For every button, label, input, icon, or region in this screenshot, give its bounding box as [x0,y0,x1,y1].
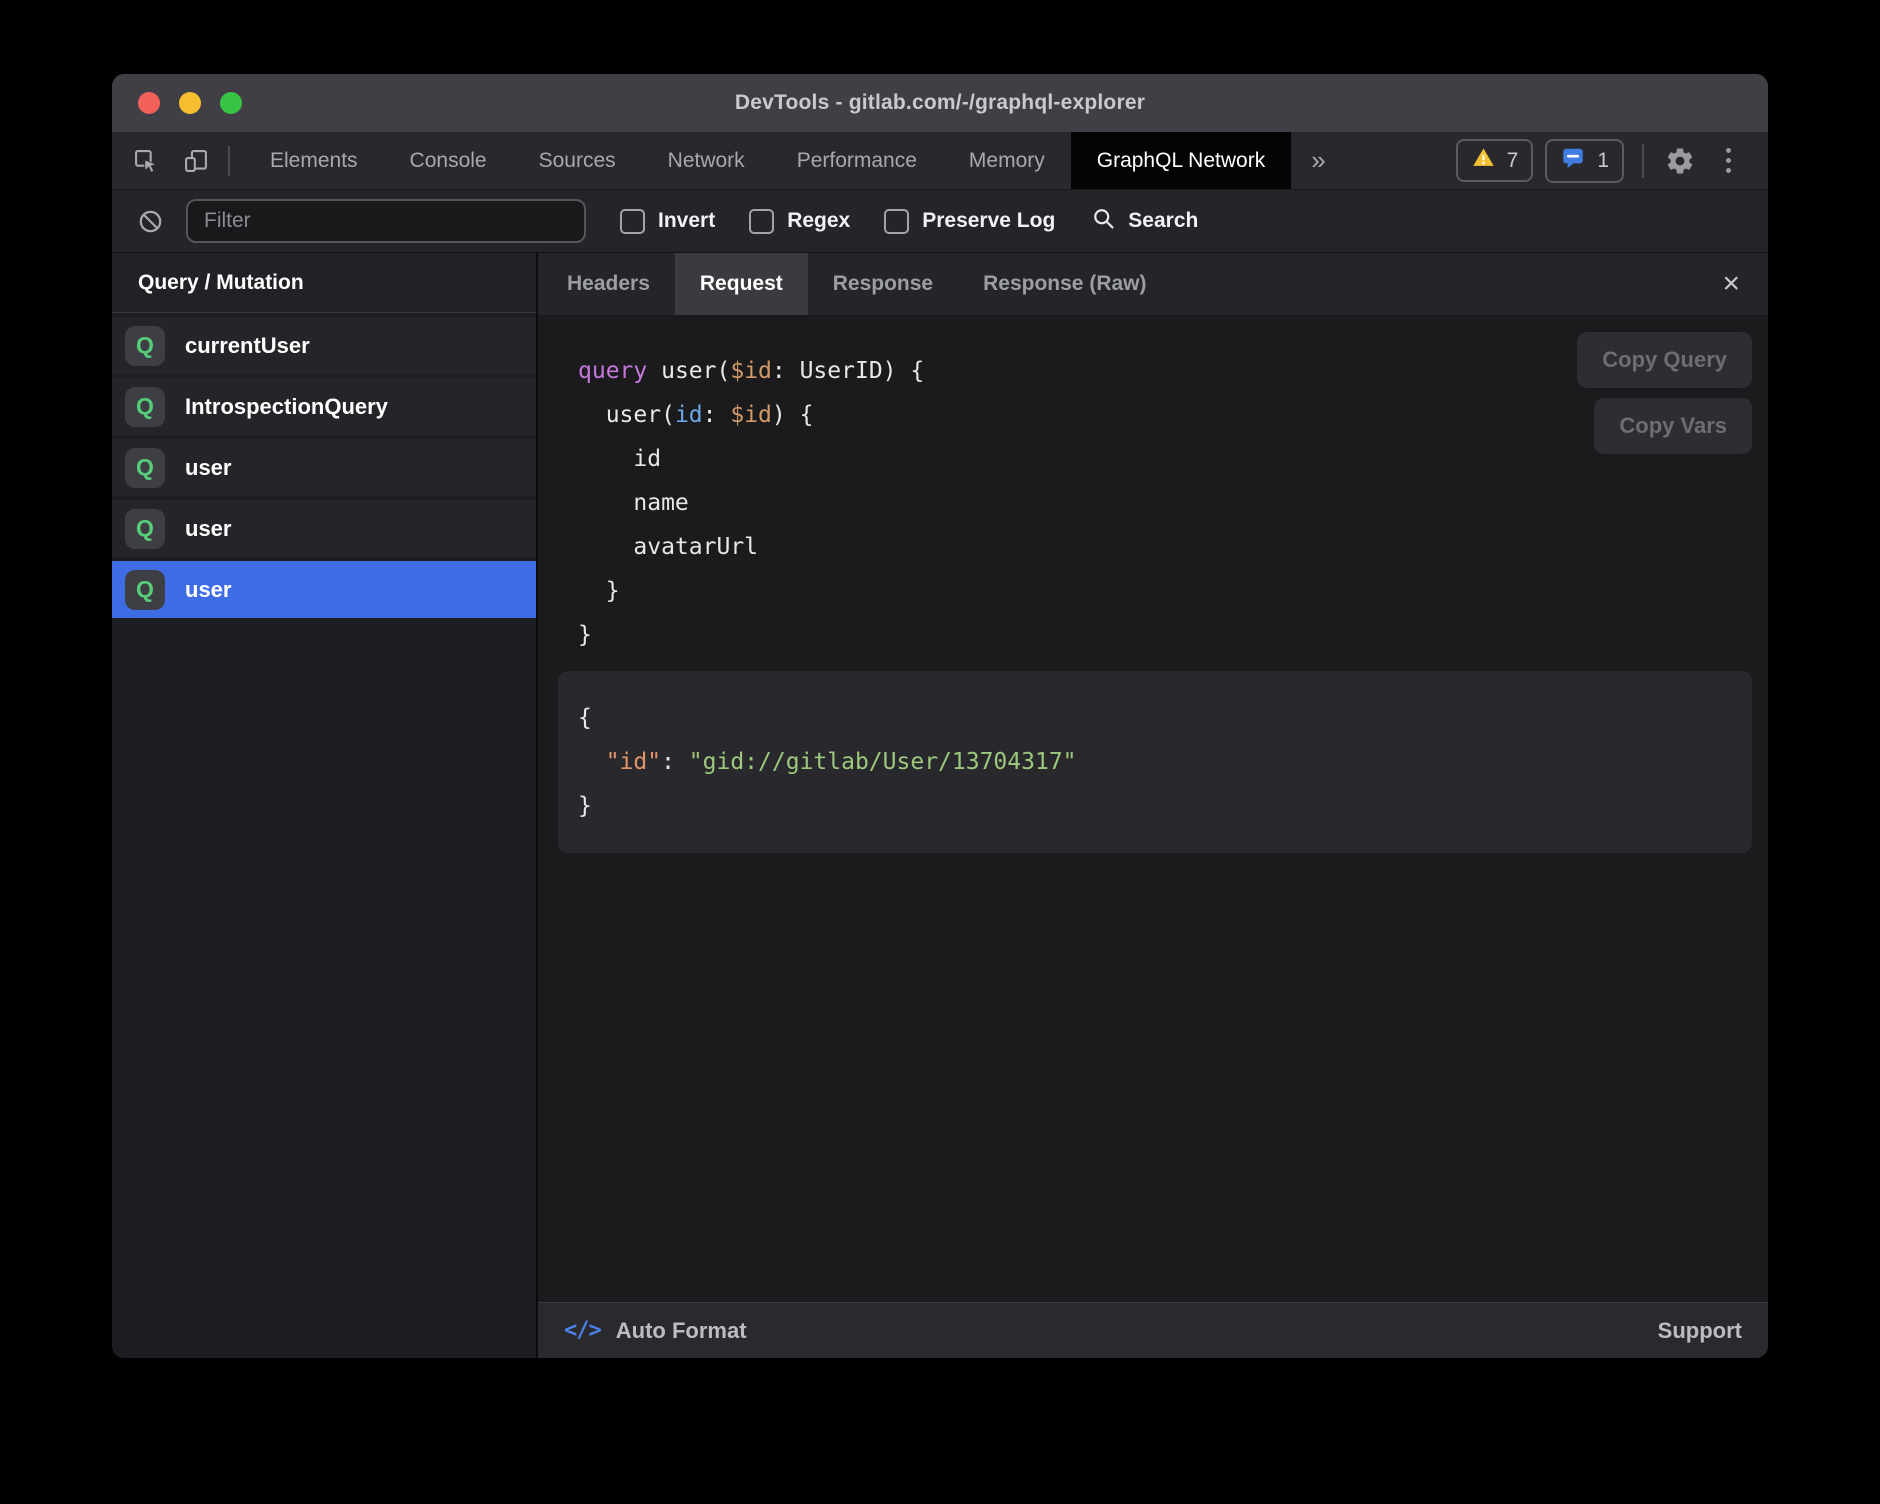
preserve-log-checkbox-box[interactable] [884,209,909,234]
preserve-log-checkbox-label: Preserve Log [922,209,1055,233]
warning-icon [1471,145,1496,176]
sidebar-header: Query / Mutation [112,253,536,313]
copy-vars-button[interactable]: Copy Vars [1594,398,1752,454]
query-type-badge: Q [125,387,165,427]
search-icon [1091,206,1116,236]
main-area: Query / Mutation QcurrentUserQIntrospect… [112,253,1768,1358]
settings-gear-icon[interactable] [1662,143,1698,179]
toolbar-icons [112,132,228,189]
code-line: user(id: $id) { [578,393,1768,437]
query-type-badge: Q [125,570,165,610]
warnings-badge[interactable]: 7 [1456,139,1534,182]
request-item-user[interactable]: Quser [112,561,536,618]
code-line: } [578,613,1768,657]
invert-checkbox-label: Invert [658,209,715,233]
request-item-label: currentUser [185,333,310,359]
filter-checkboxes: Invert Regex Preserve Log [586,209,1055,234]
support-link[interactable]: Support [1658,1318,1742,1344]
request-item-label: user [185,577,231,603]
request-item-introspectionquery[interactable]: Q IntrospectionQuery [112,378,536,435]
tab-elements[interactable]: Elements [244,132,384,189]
request-tab-content: query user($id: UserID) { user(id: $id) … [538,315,1768,1302]
issues-badge[interactable]: 1 [1545,139,1624,183]
warning-count: 7 [1507,149,1519,173]
checkbox-preserve-log[interactable]: Preserve Log [884,209,1055,234]
toolbar-divider [1642,144,1644,178]
fullscreen-window-button[interactable] [220,92,242,114]
tab-sources[interactable]: Sources [513,132,642,189]
window-title: DevTools - gitlab.com/-/graphql-explorer [112,91,1768,115]
request-list: QcurrentUserQIntrospectionQueryQuserQuse… [112,313,536,618]
query-type-badge: Q [125,326,165,366]
query-type-badge: Q [125,448,165,488]
copy-query-button[interactable]: Copy Query [1577,332,1752,388]
filter-input[interactable] [186,199,586,243]
detail-tabs-row: HeadersRequestResponseResponse (Raw) × [538,253,1768,315]
code-line: name [578,481,1768,525]
code-line: } [578,784,1752,828]
tab-network[interactable]: Network [642,132,771,189]
code-line: id [578,437,1768,481]
tab-response-raw[interactable]: Response (Raw) [958,253,1171,315]
regex-checkbox-box[interactable] [749,209,774,234]
detail-footer: </> Auto Format Support [538,1302,1768,1358]
request-item-label: IntrospectionQuery [185,394,388,420]
panel-tab-list: ElementsConsoleSourcesNetworkPerformance… [244,132,1291,189]
tab-graphql-network[interactable]: GraphQL Network [1071,132,1291,189]
checkbox-invert[interactable]: Invert [620,209,715,234]
code-line: } [578,569,1768,613]
tab-headers[interactable]: Headers [542,253,675,315]
request-item-currentuser[interactable]: QcurrentUser [112,317,536,374]
clear-filter-icon[interactable] [136,207,164,235]
code-line: "id": "gid://gitlab/User/13704317" [578,740,1752,784]
request-detail-panel: HeadersRequestResponseResponse (Raw) × q… [538,253,1768,1358]
toolbar-divider [228,146,230,176]
request-item-user[interactable]: Quser [112,439,536,496]
detail-tab-list: HeadersRequestResponseResponse (Raw) [538,253,1172,315]
request-item-label: user [185,455,231,481]
regex-checkbox-label: Regex [787,209,850,233]
tab-console[interactable]: Console [384,132,513,189]
request-list-sidebar: Query / Mutation QcurrentUserQIntrospect… [112,253,538,1358]
code-line: avatarUrl [578,525,1768,569]
invert-checkbox-box[interactable] [620,209,645,234]
devtools-window: DevTools - gitlab.com/-/graphql-explorer… [112,74,1768,1358]
graphql-query-code: query user($id: UserID) { user(id: $id) … [578,349,1768,657]
auto-format-button[interactable]: Auto Format [616,1318,747,1344]
titlebar: DevTools - gitlab.com/-/graphql-explorer [112,74,1768,132]
message-count: 1 [1597,149,1609,173]
code-format-icon: </> [564,1318,601,1343]
checkbox-regex[interactable]: Regex [749,209,850,234]
query-type-badge: Q [125,509,165,549]
request-item-label: user [185,516,231,542]
tab-response[interactable]: Response [808,253,958,315]
tab-memory[interactable]: Memory [943,132,1071,189]
query-variables-box: { "id": "gid://gitlab/User/13704317"} [558,671,1752,853]
minimize-window-button[interactable] [179,92,201,114]
more-tabs-button[interactable]: » [1291,132,1345,189]
inspect-element-icon[interactable] [132,147,160,175]
devtools-toolbar: ElementsConsoleSourcesNetworkPerformance… [112,132,1768,190]
close-window-button[interactable] [138,92,160,114]
traffic-lights [112,92,242,114]
toolbar-right: 7 1 [1456,132,1768,189]
search-button[interactable]: Search [1091,206,1198,236]
filter-bar: Invert Regex Preserve Log Search [112,190,1768,253]
code-line: { [578,696,1752,740]
tab-performance[interactable]: Performance [771,132,943,189]
close-panel-icon[interactable]: × [1716,267,1746,301]
message-icon [1560,145,1586,177]
more-options-icon[interactable] [1710,143,1746,179]
tab-request[interactable]: Request [675,253,808,315]
device-toolbar-icon[interactable] [182,147,210,175]
search-label: Search [1128,209,1198,233]
request-item-user[interactable]: Quser [112,500,536,557]
